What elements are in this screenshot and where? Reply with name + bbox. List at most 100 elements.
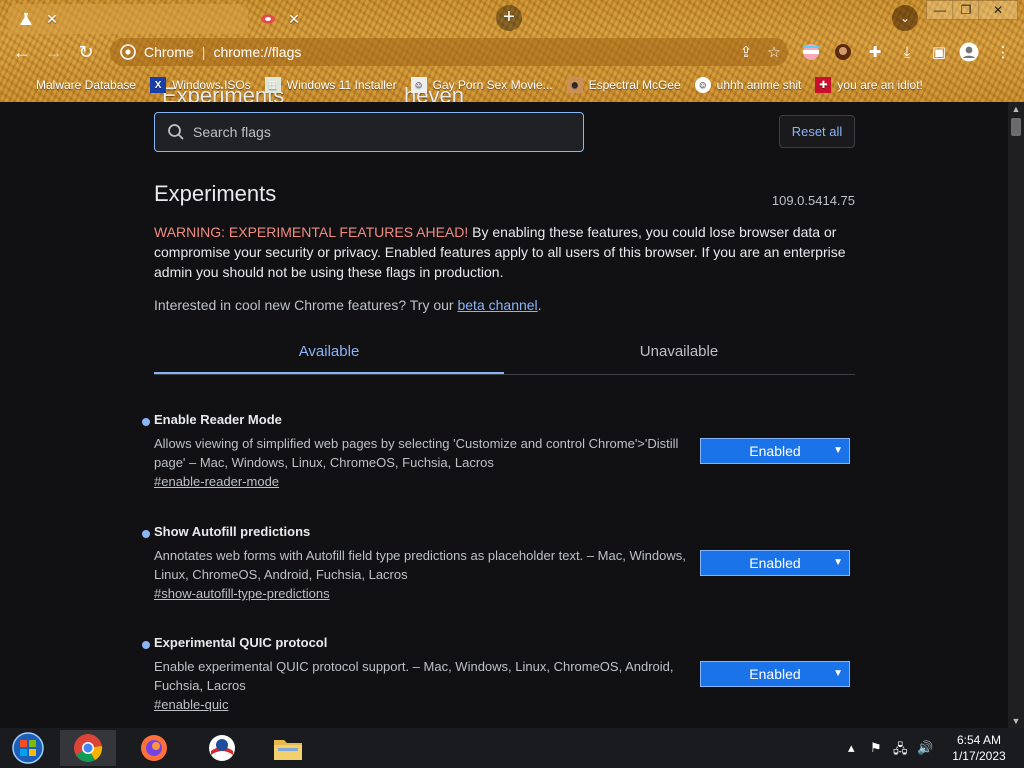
flag-show-autofill-predictions: Show Autofill predictions Annotates web …	[140, 524, 860, 604]
flag-modified-dot	[142, 418, 150, 426]
address-separator: |	[201, 44, 206, 60]
flag-name: Experimental QUIC protocol	[154, 635, 328, 650]
reset-all-button[interactable]: Reset all	[779, 115, 855, 148]
image-icon: ▦	[264, 77, 281, 93]
volume-icon[interactable]: 🔊	[917, 740, 933, 756]
side-panel-icon[interactable]: ▣	[928, 41, 950, 63]
scroll-thumb[interactable]	[1011, 118, 1021, 136]
tab-heven[interactable]: heven ✕	[250, 4, 490, 108]
flag-experimental-quic-protocol: Experimental QUIC protocol Enable experi…	[140, 635, 860, 715]
flags-page: Reset all Experiments 109.0.5414.75 WARN…	[0, 102, 1008, 728]
address-bar[interactable]: Chrome | chrome://flags ⇪ ☆	[110, 38, 788, 66]
flag-state-value: Enabled	[749, 555, 801, 571]
browser-frame: Experiments ✕ heven ✕ + ⌄ — ❐ ✕ ← → ↻ Ch…	[0, 0, 1024, 108]
page-scrollbar[interactable]: ▲ ▼	[1008, 102, 1024, 728]
taskbar-app-globe[interactable]	[194, 730, 250, 766]
bookmark-label: Windows 11 Installer	[286, 78, 397, 92]
bookmark-label: you are an idiot!	[837, 78, 923, 92]
extension-flag-icon[interactable]	[800, 41, 822, 63]
chevron-down-icon: ▼	[833, 557, 843, 568]
bookmark-item[interactable]: ☻ Espectral McGee	[566, 77, 681, 93]
flag-anchor-link[interactable]: #enable-quic	[154, 697, 228, 712]
window-close-button[interactable]: ✕	[978, 0, 1018, 20]
flag-description: Allows viewing of simplified web pages b…	[154, 436, 679, 470]
bookmark-item[interactable]: ☺ uhhh anime shit	[694, 77, 802, 93]
warning-text: WARNING: EXPERIMENTAL FEATURES AHEAD! By…	[154, 222, 854, 282]
taskbar-firefox[interactable]	[126, 730, 182, 766]
search-input[interactable]	[193, 124, 573, 140]
bookmark-star-icon[interactable]: ☆	[760, 43, 788, 61]
flag-modified-dot	[142, 641, 150, 649]
profile-icon[interactable]	[958, 41, 980, 63]
bookmark-item[interactable]: Malware Database	[14, 77, 136, 93]
bookmark-label: Windows ISOs	[172, 78, 251, 92]
chevron-down-icon: ⌄	[899, 11, 911, 25]
url-text[interactable]: chrome://flags	[213, 44, 732, 60]
tab-available[interactable]: Available	[154, 334, 504, 374]
tab-unavailable[interactable]: Unavailable	[504, 334, 854, 374]
flag-state-value: Enabled	[749, 666, 801, 682]
site-favicon-icon	[260, 11, 276, 27]
beta-promo-end: .	[537, 297, 542, 313]
chevron-down-icon: ▼	[833, 445, 843, 456]
bookmark-label: Espectral McGee	[588, 78, 681, 92]
extension-avatar-icon[interactable]	[832, 41, 854, 63]
bookmark-label: uhhh anime shit	[716, 78, 802, 92]
scroll-down-icon[interactable]: ▼	[1008, 714, 1024, 728]
minimize-button[interactable]: —	[926, 0, 954, 20]
page-title: Experiments	[154, 181, 277, 206]
windows-orb-icon	[12, 732, 44, 764]
back-button[interactable]: ←	[8, 38, 36, 66]
chrome-logo-icon	[74, 734, 103, 762]
site-info[interactable]: Chrome	[120, 44, 194, 60]
bookmark-blank-icon	[14, 77, 30, 93]
flag-anchor-link[interactable]: #enable-reader-mode	[154, 474, 279, 489]
download-icon[interactable]: ⤓	[896, 41, 918, 63]
flag-enable-reader-mode: Enable Reader Mode Allows viewing of sim…	[140, 412, 860, 492]
tray-expand-icon[interactable]: ▴	[848, 740, 855, 756]
flag-state-select[interactable]: Enabled ▼	[700, 438, 850, 464]
flag-name: Enable Reader Mode	[154, 412, 282, 427]
beta-channel-link[interactable]: beta channel	[457, 297, 537, 313]
taskbar-chrome[interactable]	[60, 730, 116, 766]
arrow-right-icon: →	[45, 41, 63, 62]
bookmark-item[interactable]: X Windows ISOs	[150, 77, 251, 93]
bookmark-item[interactable]: ✚ you are an idiot!	[815, 77, 923, 93]
scroll-up-icon[interactable]: ▲	[1008, 102, 1024, 116]
action-center-flag-icon[interactable]: ⚑	[870, 740, 882, 756]
search-icon	[168, 124, 184, 140]
flag-state-select[interactable]: Enabled ▼	[700, 550, 850, 576]
start-button[interactable]	[0, 730, 56, 766]
reload-button[interactable]: ↻	[72, 38, 100, 66]
warning-heading: WARNING: EXPERIMENTAL FEATURES AHEAD!	[154, 224, 469, 240]
taskbar-clock[interactable]: 6:54 AM 1/17/2023	[940, 732, 1018, 764]
bookmark-item[interactable]: ▦ Windows 11 Installer	[264, 77, 397, 93]
folder-icon	[274, 740, 302, 760]
flag-state-select[interactable]: Enabled ▼	[700, 661, 850, 687]
arrow-left-icon: ←	[13, 41, 31, 62]
extensions-puzzle-icon[interactable]: ✚	[864, 41, 886, 63]
taskbar-file-explorer[interactable]	[260, 730, 316, 766]
taskbar: ▴ ⚑ 🖧 🔊 6:54 AM 1/17/2023	[0, 728, 1024, 768]
tab-experiments[interactable]: Experiments ✕	[8, 4, 284, 108]
flag-description: Annotates web forms with Autofill field …	[154, 548, 686, 582]
new-tab-button[interactable]: +	[496, 5, 522, 31]
flag-name: Show Autofill predictions	[154, 524, 311, 539]
restore-button[interactable]: ❐	[952, 0, 980, 20]
search-box[interactable]	[154, 112, 584, 152]
share-icon[interactable]: ⇪	[732, 43, 760, 61]
network-icon[interactable]: 🖧	[893, 740, 908, 762]
close-icon[interactable]: ✕	[44, 11, 60, 27]
close-icon[interactable]: ✕	[286, 11, 302, 27]
toolbar: ← → ↻ Chrome | chrome://flags ⇪ ☆ ✚ ⤓ ▣	[0, 34, 1024, 70]
flask-icon	[18, 11, 34, 27]
forward-button[interactable]: →	[40, 38, 68, 66]
flag-state-value: Enabled	[749, 443, 801, 459]
tab-search-button[interactable]: ⌄	[892, 5, 918, 31]
more-menu-icon[interactable]: ⋮	[992, 41, 1014, 63]
bookmark-item[interactable]: ☺ Gay Porn Sex Movie...	[410, 77, 553, 93]
flag-anchor-link[interactable]: #show-autofill-type-predictions	[154, 586, 330, 601]
chevron-down-icon: ▼	[833, 668, 843, 679]
uk-flag-icon: ✚	[815, 77, 832, 93]
x-logo-icon: X	[150, 77, 167, 93]
